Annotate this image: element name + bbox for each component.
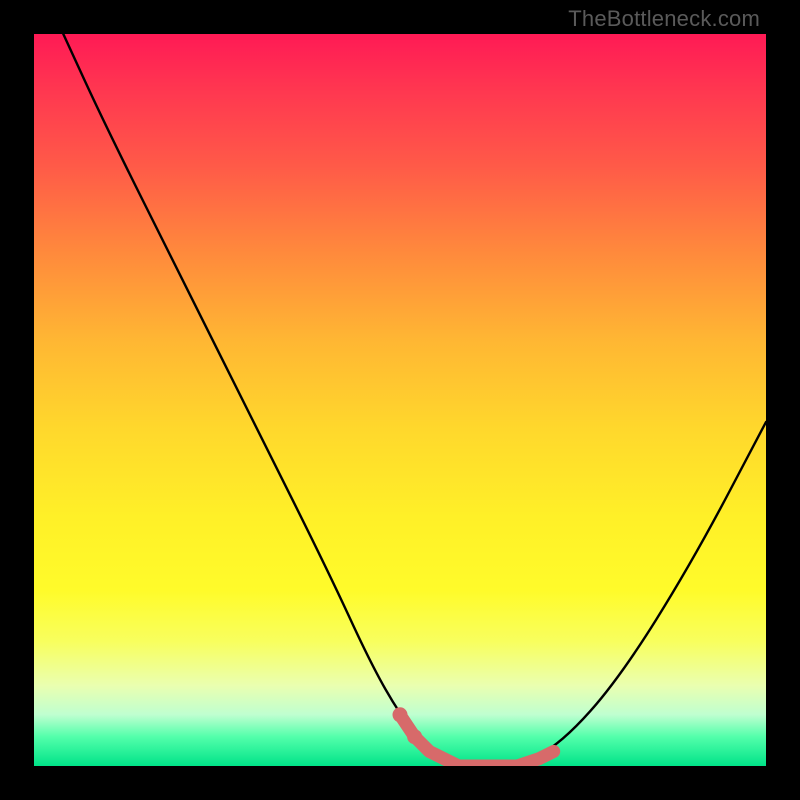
marker-dot (407, 729, 422, 744)
curve-markers (393, 707, 554, 766)
attribution-label: TheBottleneck.com (568, 6, 760, 32)
bottleneck-curve (34, 34, 766, 766)
marker-dot (393, 707, 408, 722)
marker-segment (400, 715, 554, 766)
chart-plot-area (34, 34, 766, 766)
curve-line (63, 34, 766, 766)
